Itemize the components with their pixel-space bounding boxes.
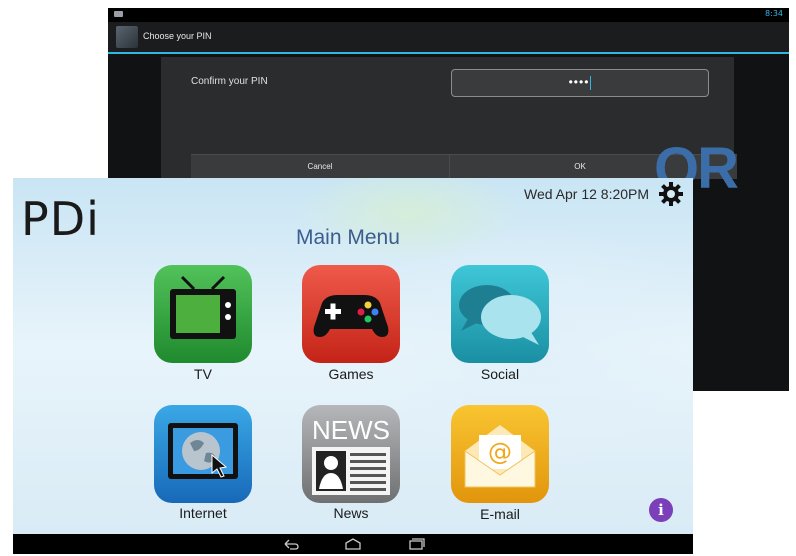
pin-input[interactable]: •••• (451, 69, 709, 97)
email-label: E-mail (480, 506, 520, 522)
email-tile[interactable]: @ (451, 405, 549, 503)
pin-masked-value: •••• (568, 75, 590, 89)
text-caret (590, 75, 592, 90)
tv-tile[interactable] (154, 265, 252, 363)
gear-icon[interactable] (658, 181, 684, 207)
message-icon (114, 11, 123, 17)
date-time: Wed Apr 12 8:20PM (524, 186, 650, 202)
gamepad-icon (313, 295, 389, 337)
back-icon[interactable] (281, 537, 301, 551)
recent-apps-icon[interactable] (406, 537, 426, 551)
news-tile[interactable]: NEWS (302, 405, 400, 503)
newspaper-icon: NEWS (312, 415, 390, 495)
social-tile[interactable] (451, 265, 549, 363)
pin-field-label: Confirm your PIN (191, 76, 268, 87)
info-button[interactable]: i (649, 498, 673, 522)
cancel-button[interactable]: Cancel (191, 155, 450, 179)
home-icon[interactable] (343, 537, 363, 551)
tv-icon (170, 275, 236, 339)
svg-text:@: @ (488, 438, 512, 466)
news-label: News (333, 505, 369, 521)
internet-tile[interactable] (154, 405, 252, 503)
pin-title: Choose your PIN (143, 31, 212, 41)
page-title: Main Menu (296, 226, 400, 249)
chat-bubbles-icon (459, 285, 541, 345)
games-tile[interactable] (302, 265, 400, 363)
pdi-logo: PDi (21, 192, 100, 246)
games-label: Games (328, 366, 374, 382)
globe-icon (168, 423, 238, 479)
status-time: 8:34 (765, 9, 783, 18)
tv-label: TV (194, 366, 212, 382)
android-nav-bar (13, 534, 693, 554)
main-menu-screen: PDi Wed Apr 12 8:20PM Main Menu TV Games… (13, 178, 693, 554)
email-envelope-icon: @ (464, 425, 536, 488)
pin-dialog: Confirm your PIN •••• Cancel OK (161, 57, 737, 179)
app-icon (116, 26, 138, 48)
status-bar: 8:34 (108, 8, 789, 22)
svg-text:NEWS: NEWS (312, 415, 390, 445)
social-label: Social (480, 366, 520, 382)
internet-label: Internet (179, 505, 227, 521)
title-bar: Choose your PIN (108, 22, 789, 54)
